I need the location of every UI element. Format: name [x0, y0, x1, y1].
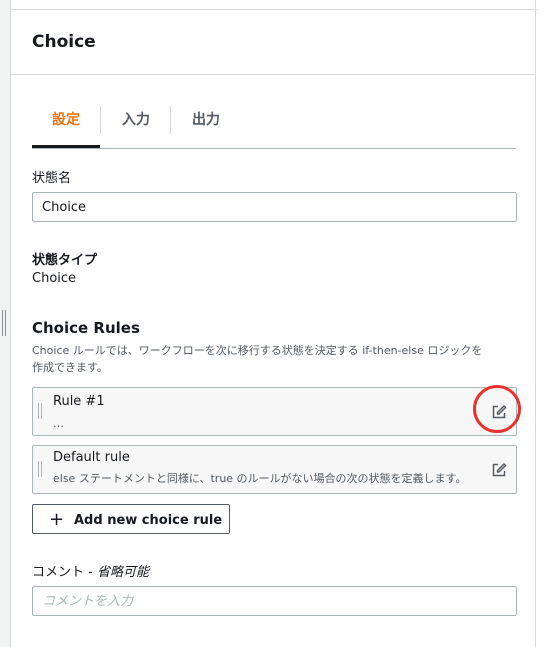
drag-handle-icon[interactable] [38, 461, 42, 477]
tab-bar: 設定 入力 出力 [32, 102, 516, 149]
tab-separator [100, 106, 101, 134]
edit-icon[interactable] [491, 404, 507, 420]
state-type-label: 状態タイプ [32, 253, 98, 268]
edit-icon[interactable] [491, 462, 507, 478]
state-type-value: Choice [32, 271, 77, 286]
rule-card[interactable]: Default rule else ステートメントと同様に、true のルールが… [32, 445, 517, 494]
panel-header: Choice [11, 10, 535, 75]
rule-summary: … [53, 417, 64, 430]
description-line: 作成できます。 [32, 361, 108, 374]
add-choice-rule-button[interactable]: + Add new choice rule [32, 504, 230, 534]
state-config-panel: Choice 設定 入力 出力 状態名 状態タイプ Choice Choice … [10, 0, 537, 647]
tab-separator [170, 106, 171, 134]
description-line: Choice ルールでは、ワークフローを次に移行する状態を決定する if-the… [32, 344, 483, 357]
comment-optional-text: 省略可能 [96, 565, 149, 580]
rule-name: Default rule [53, 450, 130, 465]
grip-line [2, 310, 3, 336]
drag-handle-icon[interactable] [38, 403, 42, 419]
tab-output[interactable]: 出力 [174, 102, 238, 146]
add-choice-rule-label: Add new choice rule [74, 513, 223, 528]
rule-name: Rule #1 [53, 394, 105, 409]
choice-rules-description: Choice ルールでは、ワークフローを次に移行する状態を決定する if-the… [32, 342, 482, 376]
comment-label: コメント - 省略可能 [32, 561, 149, 580]
comment-label-text: コメント - [32, 565, 97, 580]
state-name-input[interactable] [32, 192, 517, 222]
panel-title: Choice [32, 32, 96, 52]
comment-input[interactable] [32, 586, 517, 616]
plus-icon: + [49, 509, 65, 530]
tab-config[interactable]: 設定 [32, 102, 100, 148]
panel-resize-handle[interactable] [0, 0, 10, 647]
rule-summary: else ステートメントと同様に、true のルールがない場合の次の状態を定義し… [53, 472, 467, 485]
rule-card[interactable]: Rule #1 … [32, 387, 517, 436]
state-name-label: 状態名 [32, 171, 72, 186]
grip-line [5, 310, 6, 336]
choice-rules-title: Choice Rules [32, 319, 140, 337]
tab-input[interactable]: 入力 [104, 102, 168, 146]
